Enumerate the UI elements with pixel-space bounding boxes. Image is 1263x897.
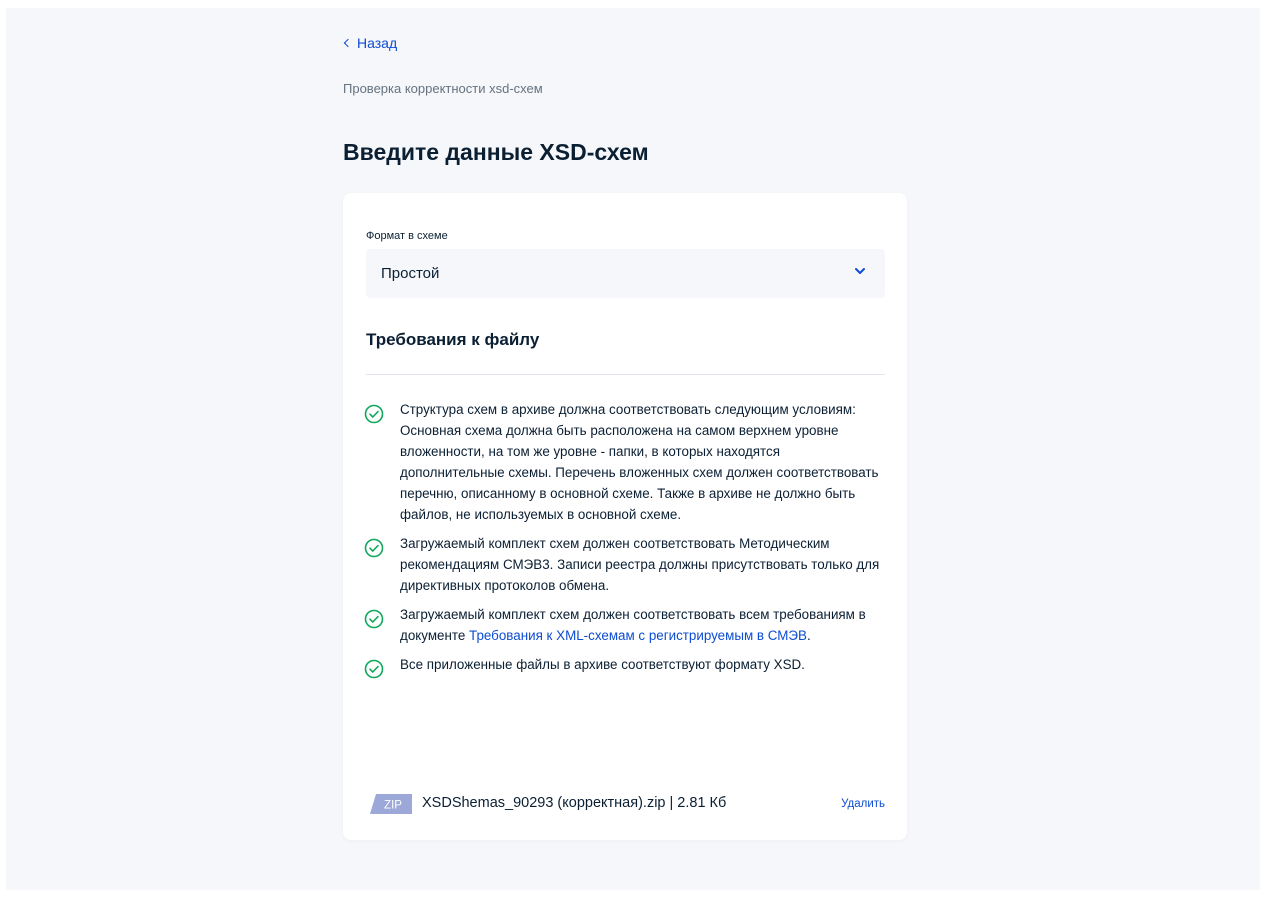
zip-file-icon: ZIP [370, 794, 412, 814]
check-circle-icon [364, 404, 384, 424]
form-card: Формат в схеме Простой Требования к файл… [343, 193, 907, 840]
format-select[interactable]: Простой [366, 249, 885, 298]
format-field-label: Формат в схеме [366, 230, 448, 242]
chevron-down-icon [855, 268, 865, 274]
requirement-text: Структура схем в архиве должна соответст… [400, 402, 879, 522]
divider [366, 374, 885, 375]
requirement-text: Загружаемый комплект схем должен соответ… [400, 536, 880, 593]
delete-file-button[interactable]: Удалить [841, 798, 885, 810]
requirements-list: Структура схем в архиве должна соответст… [364, 399, 885, 683]
requirement-item: Структура схем в архиве должна соответст… [364, 399, 885, 525]
chevron-left-icon [343, 38, 353, 48]
requirement-item: Загружаемый комплект схем должен соответ… [364, 604, 885, 646]
format-select-value: Простой [381, 265, 440, 282]
requirements-title: Требования к файлу [366, 330, 540, 349]
uploaded-file: ZIP XSDShemas_90293 (корректная).zip | 2… [370, 793, 885, 817]
xml-requirements-link[interactable]: Требования к XML-схемам с регистрируемым… [469, 628, 807, 643]
check-circle-icon [364, 538, 384, 558]
requirement-item: Все приложенные файлы в архиве соответст… [364, 654, 885, 679]
requirement-text: Все приложенные файлы в архиве соответст… [400, 657, 805, 672]
check-circle-icon [364, 659, 384, 679]
file-name: XSDShemas_90293 (корректная).zip | 2.81 … [422, 795, 727, 811]
page-title: Введите данные XSD-схем [343, 139, 649, 165]
requirement-text-end: . [806, 628, 811, 643]
back-link[interactable]: Назад [343, 35, 397, 51]
check-circle-icon [364, 609, 384, 629]
back-link-label: Назад [357, 35, 398, 51]
breadcrumb: Проверка корректности xsd-схем [343, 81, 543, 96]
zip-badge-label: ZIP [384, 800, 402, 812]
requirement-item: Загружаемый комплект схем должен соответ… [364, 533, 885, 596]
